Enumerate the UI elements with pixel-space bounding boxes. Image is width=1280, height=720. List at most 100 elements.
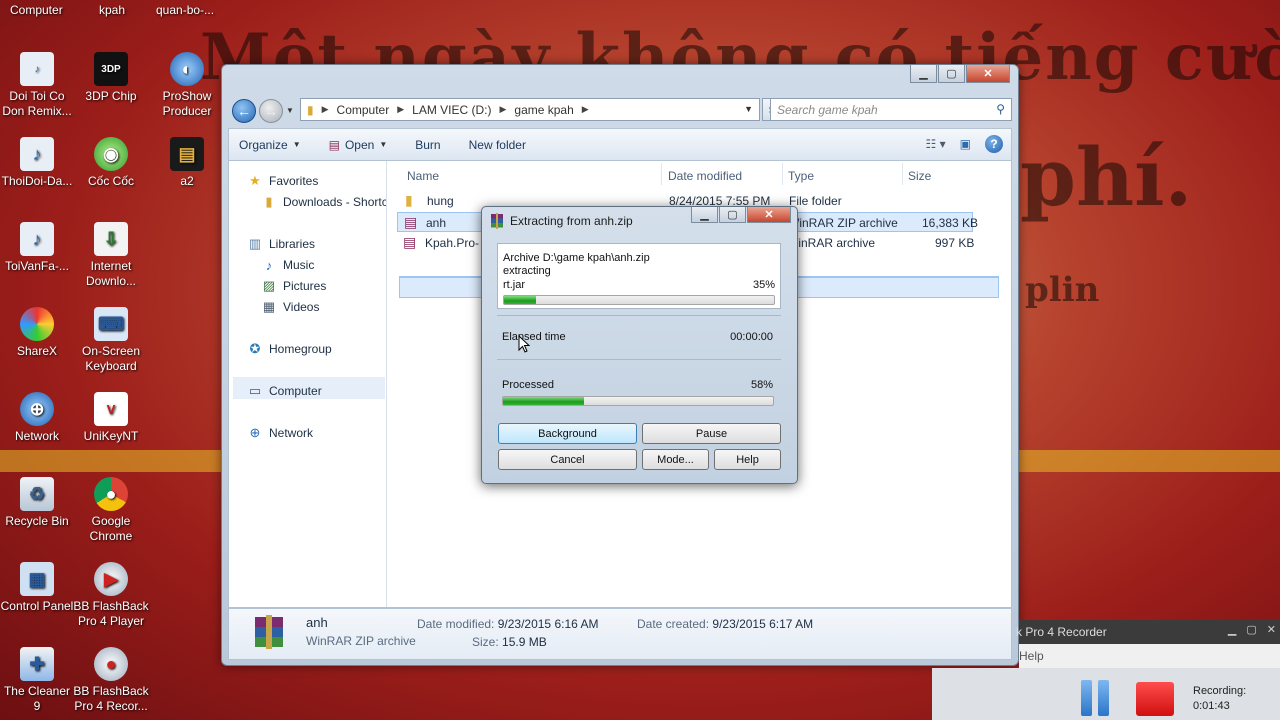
- pause-button[interactable]: Pause: [642, 423, 781, 444]
- back-button[interactable]: ←: [232, 99, 256, 123]
- nav-item-videos[interactable]: ▦ Videos: [261, 299, 320, 315]
- details-pane: anh WinRAR ZIP archive Date modified: 9/…: [228, 608, 1012, 660]
- maximize-button[interactable]: ▢: [1246, 623, 1256, 636]
- close-button[interactable]: ✕: [747, 207, 791, 223]
- history-dropdown-icon[interactable]: ▼: [286, 106, 294, 115]
- winrar-icon: ▤: [328, 137, 340, 152]
- chevron-right-icon[interactable]: ▶: [322, 104, 329, 115]
- desktop-icon[interactable]: ♪ ToiVanFa-...: [0, 222, 75, 274]
- minimize-button[interactable]: ▁: [691, 207, 718, 223]
- desktop-icon-label[interactable]: kpah: [99, 3, 125, 17]
- desktop-icon[interactable]: ⌨ On-Screen Keyboard: [73, 307, 149, 374]
- desktop-icon[interactable]: ● Google Chrome: [73, 477, 149, 544]
- nav-label: Libraries: [269, 237, 316, 251]
- close-button[interactable]: ✕: [966, 65, 1010, 83]
- desktop-icon-label: Doi Toi Co Don Remix...: [2, 89, 72, 118]
- pause-recording-button[interactable]: [1081, 680, 1111, 716]
- breadcrumb-item[interactable]: LAM VIEC (D:): [412, 103, 491, 117]
- organize-label: Organize: [239, 137, 288, 152]
- network-icon: ⊕: [249, 425, 261, 440]
- desktop-icon[interactable]: ⇩ Internet Downlo...: [73, 222, 149, 289]
- desktop-icon-label: Cốc Cốc: [87, 174, 134, 188]
- desktop-icon[interactable]: ▤ a2: [149, 137, 225, 189]
- desktop-icon[interactable]: ✚ The Cleaner 9: [0, 647, 75, 714]
- desktop-icon[interactable]: ♪ ThoiDoi-Da...: [0, 137, 75, 189]
- nav-item-homegroup[interactable]: ✪ Homegroup: [247, 341, 332, 357]
- chevron-right-icon[interactable]: ▶: [397, 104, 404, 115]
- new-folder-button[interactable]: New folder: [469, 138, 526, 152]
- breadcrumb-item[interactable]: game kpah: [514, 103, 573, 117]
- desktop-icon[interactable]: ▦ Control Panel: [0, 562, 75, 614]
- column-divider[interactable]: [902, 163, 903, 185]
- help-button[interactable]: Help: [714, 449, 781, 470]
- column-headers: Name Date modified Type Size: [399, 161, 1011, 187]
- burn-button[interactable]: Burn: [415, 138, 440, 152]
- chevron-right-icon[interactable]: ▶: [582, 104, 589, 115]
- column-divider[interactable]: [661, 163, 662, 185]
- address-dropdown-icon[interactable]: ▼: [744, 104, 753, 114]
- desktop-icon[interactable]: ♻ Recycle Bin: [0, 477, 75, 529]
- desktop-icon[interactable]: ShareX: [0, 307, 75, 359]
- chevron-right-icon[interactable]: ▶: [499, 104, 506, 115]
- network-icon: ⊕: [20, 392, 54, 426]
- current-file: rt.jar: [503, 279, 525, 291]
- nav-item-libraries[interactable]: ▥ Libraries: [247, 236, 315, 252]
- column-divider[interactable]: [782, 163, 783, 185]
- desktop-icon[interactable]: ◉ Cốc Cốc: [73, 137, 149, 189]
- nav-item-network[interactable]: ⊕ Network: [247, 425, 313, 441]
- preview-pane-icon[interactable]: ▣: [960, 137, 971, 151]
- desktop-icon[interactable]: V UniKeyNT: [73, 392, 149, 444]
- desktop-icon[interactable]: ▶ BB FlashBack Pro 4 Player: [73, 562, 149, 629]
- minimize-button[interactable]: ▁: [910, 65, 937, 83]
- desktop-icon-label[interactable]: Computer: [10, 3, 63, 17]
- folder-icon: ▮: [265, 194, 273, 209]
- search-input[interactable]: Search game kpah ⚲: [770, 98, 1012, 121]
- view-options-icon[interactable]: ☷ ▾: [926, 137, 946, 151]
- column-header-date[interactable]: Date modified: [668, 169, 742, 183]
- desktop-icon[interactable]: ● BB FlashBack Pro 4 Recor...: [73, 647, 149, 714]
- nav-item-favorites[interactable]: ★ Favorites: [247, 173, 318, 189]
- desktop-icon[interactable]: ⊕ Network: [0, 392, 75, 444]
- processed-progress-fill: [503, 397, 584, 405]
- minimize-button[interactable]: ▁: [1228, 623, 1236, 636]
- close-button[interactable]: ✕: [1267, 623, 1276, 636]
- search-icon[interactable]: ⚲: [996, 102, 1005, 116]
- pictures-icon: ▨: [262, 278, 276, 293]
- open-menu[interactable]: ▤ Open ▼: [329, 138, 388, 152]
- column-header-name[interactable]: Name: [407, 169, 439, 183]
- nav-item-pictures[interactable]: ▨ Pictures: [261, 278, 327, 294]
- cancel-button[interactable]: Cancel: [498, 449, 637, 470]
- nav-item-computer[interactable]: ▭ Computer: [247, 383, 322, 399]
- elapsed-panel: Elapsed time 00:00:00: [497, 325, 781, 359]
- action-text: extracting: [503, 265, 551, 277]
- breadcrumb-item[interactable]: Computer: [337, 103, 390, 117]
- maximize-button[interactable]: ▢: [719, 207, 746, 223]
- nav-item-downloads[interactable]: ▮ Downloads - Shortcut: [261, 194, 386, 210]
- file-progress-panel: Archive D:\game kpah\anh.zip extracting …: [497, 243, 781, 309]
- nav-label: Music: [283, 258, 315, 272]
- column-header-size[interactable]: Size: [908, 169, 931, 183]
- column-header-type[interactable]: Type: [788, 169, 814, 183]
- menu-help[interactable]: Help: [1019, 649, 1044, 663]
- mode-button[interactable]: Mode...: [642, 449, 709, 470]
- address-bar[interactable]: ▮ ▶ Computer ▶ LAM VIEC (D:) ▶ game kpah…: [300, 98, 760, 121]
- desktop-icon[interactable]: 3DP 3DP Chip: [73, 52, 149, 104]
- homegroup-icon: ✪: [249, 341, 261, 356]
- desktop-icon[interactable]: ◐ ProShow Producer: [149, 52, 225, 119]
- nav-item-music[interactable]: ♪ Music: [261, 257, 315, 273]
- file-progress-fill: [504, 296, 537, 304]
- stop-recording-button[interactable]: [1136, 682, 1174, 716]
- winrar-icon: ▤: [403, 234, 417, 250]
- forward-button[interactable]: →: [259, 99, 283, 123]
- details-file-name: anh: [306, 615, 328, 630]
- recording-time: 0:01:43: [1193, 700, 1230, 712]
- file-type: WinRAR ZIP archive: [788, 216, 898, 230]
- file-type: WinRAR archive: [787, 236, 876, 250]
- computer-icon: ▭: [248, 383, 262, 398]
- desktop-icon-label[interactable]: quan-bo-...: [156, 3, 214, 17]
- background-button[interactable]: Background: [498, 423, 637, 444]
- desktop-icon[interactable]: ♪ Doi Toi Co Don Remix...: [0, 52, 75, 119]
- maximize-button[interactable]: ▢: [938, 65, 965, 83]
- organize-menu[interactable]: Organize ▼: [239, 138, 301, 152]
- help-icon[interactable]: ?: [985, 135, 1003, 153]
